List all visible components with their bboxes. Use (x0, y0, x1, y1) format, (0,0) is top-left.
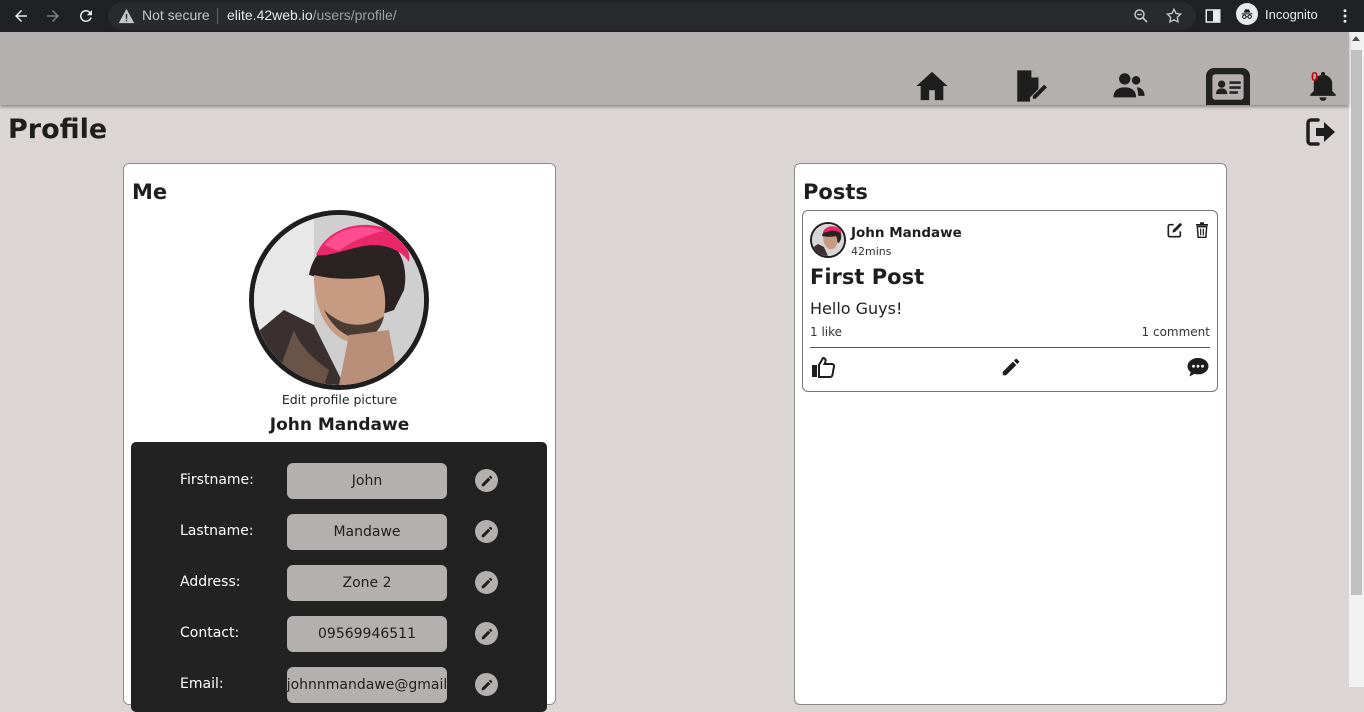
firstname-field[interactable]: John (287, 463, 447, 499)
field-label: Address: (180, 574, 241, 590)
edit-contact-button[interactable] (475, 622, 498, 645)
post-body: Hello Guys! (810, 299, 903, 318)
profile-avatar[interactable] (249, 210, 429, 390)
edit-email-button[interactable] (475, 673, 498, 696)
comment-count[interactable]: 1 comment (1142, 325, 1210, 339)
posts-card: Posts John Mandawe 42mins First Post Hel… (794, 163, 1227, 705)
author-photo (812, 224, 844, 256)
browser-menu-button[interactable] (1332, 3, 1358, 29)
side-panel-button[interactable] (1200, 3, 1226, 29)
me-card: Me Edit profile picture John Mandawe Fir… (123, 163, 556, 712)
pencil-icon (481, 526, 492, 537)
browser-toolbar: Not secure elite.42web.io/users/profile/… (0, 0, 1364, 32)
profile-full-name: John Mandawe (269, 415, 410, 435)
nav-friends[interactable] (1107, 68, 1151, 104)
field-label: Contact: (180, 625, 240, 641)
nav-posts[interactable] (1008, 68, 1052, 104)
pencil-icon[interactable] (999, 356, 1023, 378)
notification-count-badge: 0 (1311, 69, 1319, 84)
arrow-left-icon (15, 10, 27, 22)
pencil-icon (481, 628, 492, 639)
incognito-icon (1236, 3, 1258, 25)
page-title: Profile (8, 114, 108, 145)
posts-card-title: Posts (803, 180, 868, 204)
arrow-right-icon (47, 10, 59, 22)
users-icon (1113, 73, 1145, 98)
address-field[interactable]: Zone 2 (287, 565, 447, 601)
pencil-icon (481, 475, 492, 486)
pencil-icon (481, 577, 492, 588)
side-panel-icon (1205, 9, 1221, 23)
incognito-indicator[interactable]: Incognito (1236, 3, 1318, 25)
edit-post-icon[interactable] (1167, 222, 1183, 238)
scrollbar-thumb[interactable] (1351, 50, 1362, 595)
like-count[interactable]: 1 like (810, 325, 842, 339)
url-path: /users/profile/ (312, 7, 397, 23)
profile-info-panel: Firstname: John Lastname: Mandawe Addres… (131, 442, 547, 712)
url-host: elite.42web.io (227, 7, 313, 23)
edit-address-button[interactable] (475, 571, 498, 594)
bookmark-star-icon[interactable] (1165, 7, 1183, 25)
field-row-contact: Contact: 09569946511 (131, 616, 547, 652)
edit-profile-picture-link[interactable]: Edit profile picture (124, 392, 555, 407)
field-row-address: Address: Zone 2 (131, 565, 547, 601)
post-author-name[interactable]: John Mandawe (851, 225, 962, 241)
nav-home[interactable] (910, 68, 954, 104)
field-label: Lastname: (180, 523, 254, 539)
nav-profile[interactable] (1206, 68, 1250, 105)
incognito-label: Incognito (1265, 6, 1318, 22)
field-row-firstname: Firstname: John (131, 463, 547, 499)
field-label: Email: (180, 676, 224, 692)
comment-icon[interactable] (1186, 356, 1210, 378)
logout-icon[interactable] (1305, 117, 1337, 147)
email-field[interactable]: johnnmandawe@gmail (287, 667, 447, 703)
post-divider (810, 347, 1210, 348)
post-edit-icon (1017, 70, 1047, 102)
post-author-avatar[interactable] (810, 222, 846, 258)
field-row-email: Email: johnnmandawe@gmail (131, 667, 547, 703)
thumbs-up-icon[interactable] (811, 356, 835, 378)
contact-field[interactable]: 09569946511 (287, 616, 447, 652)
pencil-icon (481, 679, 492, 690)
security-status[interactable]: Not secure (142, 7, 210, 23)
field-label: Firstname: (180, 472, 254, 488)
profile-photo (254, 215, 424, 385)
edit-lastname-button[interactable] (475, 520, 498, 543)
forward-button[interactable] (40, 3, 66, 29)
me-card-title: Me (132, 180, 168, 204)
profile-card-icon (1212, 73, 1244, 100)
home-icon (916, 71, 948, 101)
trash-icon[interactable] (1195, 222, 1209, 238)
omnibox-divider (217, 8, 218, 24)
scroll-up-arrow-icon[interactable] (1352, 36, 1360, 41)
top-navbar: 0 (0, 32, 1349, 105)
kebab-menu-icon (1343, 9, 1347, 23)
lastname-field[interactable]: Mandawe (287, 514, 447, 550)
zoom-icon[interactable] (1132, 7, 1150, 25)
address-bar[interactable]: Not secure elite.42web.io/users/profile/ (108, 2, 1196, 30)
post-item: John Mandawe 42mins First Post Hello Guy… (802, 210, 1218, 392)
back-button[interactable] (8, 3, 34, 29)
nav-notifications[interactable] (1301, 68, 1345, 104)
field-row-lastname: Lastname: Mandawe (131, 514, 547, 550)
url-text[interactable]: elite.42web.io/users/profile/ (227, 7, 397, 23)
reload-icon (79, 9, 92, 22)
edit-firstname-button[interactable] (475, 469, 498, 492)
reload-button[interactable] (73, 3, 99, 29)
post-title: First Post (810, 265, 925, 289)
page-scrollbar[interactable] (1349, 32, 1364, 687)
post-timestamp: 42mins (851, 245, 892, 258)
warning-icon (118, 8, 135, 24)
